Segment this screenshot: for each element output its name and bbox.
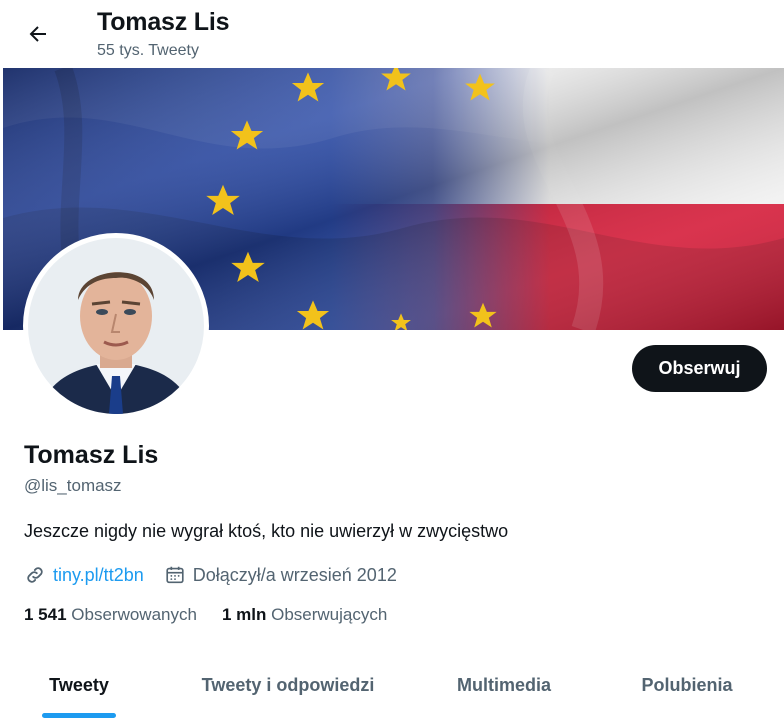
tab-label: Tweety i odpowiedzi: [201, 674, 375, 695]
header-tweet-count: 55 tys. Tweety: [97, 42, 199, 59]
arrow-left-icon: [29, 26, 46, 42]
active-tab-indicator: [42, 713, 116, 718]
followers-count: 1 mln: [221, 605, 267, 624]
tab-likes[interactable]: Polubienia: [590, 650, 784, 720]
following-count: 1 541: [24, 605, 67, 624]
profile-meta: tiny.pl/tt2bn Dołączył/a wrzesień 2012: [24, 563, 417, 587]
following-label: Obserwowanych: [71, 605, 197, 624]
header-profile-name: Tomasz Lis: [97, 8, 230, 36]
tab-label: Multimedia: [456, 674, 551, 695]
avatar[interactable]: [23, 233, 209, 419]
profile-link-text[interactable]: tiny.pl/tt2bn: [53, 565, 144, 586]
tab-label: Tweety: [49, 674, 109, 695]
back-button[interactable]: [18, 14, 58, 54]
followers-link[interactable]: 1 mln Obserwujących: [222, 605, 387, 625]
profile-tabs: Tweety Tweety i odpowiedzi Multimedia Po…: [0, 650, 784, 720]
tab-tweets-and-replies[interactable]: Tweety i odpowiedzi: [158, 650, 418, 720]
profile-name: Tomasz Lis: [24, 441, 159, 469]
profile-joined-text: Dołączył/a wrzesień 2012: [192, 564, 397, 585]
profile-stats: 1 541 Obserwowanych 1 mln Obserwujących: [24, 605, 412, 625]
profile-header-bar: Tomasz Lis 55 tys. Tweety: [0, 0, 784, 68]
profile-bio: Jeszcze nigdy nie wygrał ktoś, kto nie u…: [24, 521, 509, 541]
tab-media[interactable]: Multimedia: [418, 650, 590, 720]
followers-label: Obserwujących: [271, 605, 388, 624]
following-link[interactable]: 1 541 Obserwowanych: [24, 605, 197, 625]
tab-tweets[interactable]: Tweety: [0, 650, 158, 720]
profile-handle: @lis_tomasz: [24, 476, 122, 495]
tab-label: Polubienia: [641, 674, 733, 695]
calendar-icon: [164, 564, 186, 586]
link-icon: [24, 564, 46, 586]
profile-joined: Dołączył/a wrzesień 2012: [164, 564, 397, 586]
profile-link[interactable]: tiny.pl/tt2bn: [24, 564, 144, 586]
follow-button[interactable]: Obserwuj: [632, 345, 767, 392]
